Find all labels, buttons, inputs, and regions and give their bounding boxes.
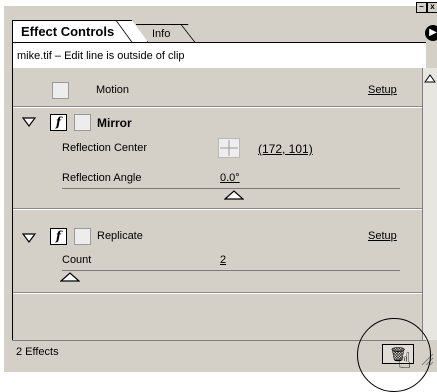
count-value[interactable]: 2	[220, 254, 226, 266]
mirror-expand-triangle[interactable]	[21, 117, 37, 130]
replicate-enable-checkbox[interactable]	[74, 228, 91, 245]
hand-pointer-icon: ☝	[398, 348, 412, 373]
replicate-expand-triangle[interactable]	[21, 233, 37, 246]
vertical-scrollbar[interactable]	[422, 68, 437, 340]
tab-effect-controls-label: Effect Controls	[21, 24, 115, 39]
divider	[13, 107, 422, 108]
slider-thumb-icon	[59, 272, 81, 282]
count-label: Count	[62, 254, 92, 266]
count-slider-thumb[interactable]	[59, 272, 81, 285]
count-slider-track	[62, 270, 400, 271]
slider-thumb-icon	[223, 190, 245, 200]
arrow-right-icon: ▶	[429, 27, 437, 38]
divider	[13, 209, 422, 210]
reflection-angle-slider-track	[62, 188, 400, 189]
tab-effect-controls[interactable]: Effect Controls	[12, 20, 148, 42]
crosshair-icon[interactable]	[218, 138, 240, 158]
mirror-fx-toggle[interactable]: f	[50, 114, 67, 131]
scroll-up-arrow[interactable]	[423, 70, 437, 88]
effect-name-motion: Motion	[96, 84, 130, 96]
reflection-center-label: Reflection Center	[62, 142, 147, 154]
effects-list	[12, 68, 423, 340]
highlight-circle	[357, 318, 431, 392]
effects-count: 2 Effects	[16, 346, 59, 358]
panel-menu-button[interactable]: ▶	[425, 25, 437, 41]
clip-info-bar: mike.tif – Edit line is outside of clip	[12, 42, 426, 68]
reflection-angle-slider-thumb[interactable]	[223, 190, 245, 203]
motion-enable-checkbox[interactable]	[52, 82, 69, 99]
replicate-fx-toggle[interactable]: f	[50, 228, 67, 245]
mirror-enable-checkbox[interactable]	[74, 114, 91, 131]
triangle-down-icon	[21, 117, 37, 127]
triangle-down-icon	[21, 233, 37, 243]
minimize-button[interactable]: –	[416, 2, 427, 13]
arrow-up-icon	[424, 74, 436, 83]
tab-info-label: Info	[152, 28, 171, 40]
divider	[13, 293, 422, 294]
effect-name-replicate: Replicate	[97, 230, 143, 242]
close-button[interactable]: x	[427, 2, 437, 13]
reflection-angle-label: Reflection Angle	[62, 172, 142, 184]
reflection-center-value[interactable]: (172, 101)	[258, 142, 313, 156]
reflection-angle-value[interactable]: 0.0°	[220, 172, 240, 184]
replicate-setup-link[interactable]: Setup	[368, 230, 397, 242]
effect-name-mirror: Mirror	[97, 116, 132, 130]
motion-setup-link[interactable]: Setup	[368, 84, 397, 96]
clip-info-text: mike.tif – Edit line is outside of clip	[17, 50, 185, 62]
